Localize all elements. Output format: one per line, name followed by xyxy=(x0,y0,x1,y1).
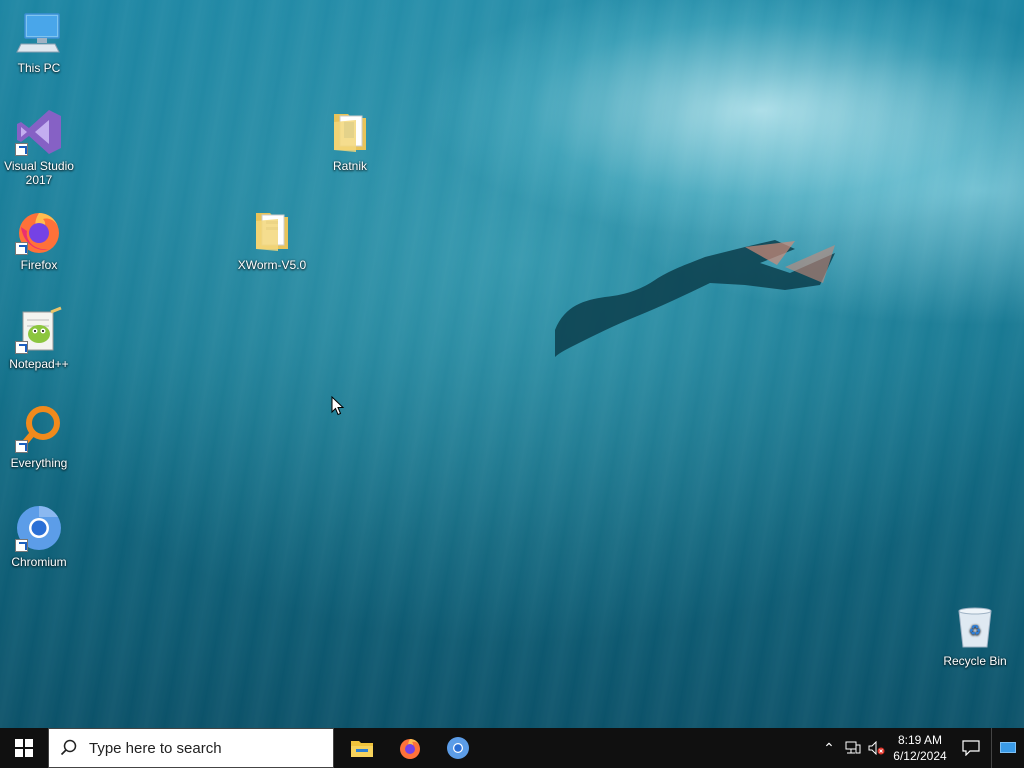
wallpaper-light-rays xyxy=(0,0,1024,728)
desktop-icon-label: XWorm-V5.0 xyxy=(237,258,307,272)
desktop-icon-label: Recycle Bin xyxy=(943,654,1007,668)
search-placeholder: Type here to search xyxy=(89,739,222,757)
firefox-icon xyxy=(15,207,63,255)
desktop-icon-ratnik-folder[interactable]: Ratnik xyxy=(312,100,388,173)
desktop-icon-firefox[interactable]: Firefox xyxy=(1,199,77,272)
desktop-icon-notepad-plus-plus[interactable]: Notepad++ xyxy=(1,298,77,371)
visual-studio-icon xyxy=(15,108,63,156)
everything-search-icon xyxy=(15,405,63,453)
desktop-icon-label: Everything xyxy=(10,456,68,470)
desktop-icon-chromium[interactable]: Chromium xyxy=(1,496,77,569)
shortcut-arrow-icon xyxy=(15,143,28,156)
desktop-icon-recycle-bin[interactable]: ♻ Recycle Bin xyxy=(937,595,1013,668)
volume-button[interactable] xyxy=(865,728,889,768)
desktop-icon-label: Notepad++ xyxy=(9,357,69,371)
windows-logo-icon xyxy=(15,739,33,757)
folder-icon xyxy=(248,207,296,255)
taskbar-search-box[interactable]: Type here to search xyxy=(48,728,334,768)
system-tray: ⌃ 8:19 AM 6/12/2024 xyxy=(817,728,1024,768)
desktop-icon-label: Firefox xyxy=(20,258,58,272)
desktop-icon-label: Visual Studio 2017 xyxy=(4,159,74,187)
taskbar-file-explorer[interactable] xyxy=(338,728,386,768)
network-status-button[interactable] xyxy=(841,728,865,768)
notepad-plus-plus-icon xyxy=(15,306,63,354)
chromium-icon xyxy=(15,504,63,552)
start-button[interactable] xyxy=(0,728,48,768)
desktop-icon-this-pc[interactable]: This PC xyxy=(1,2,77,75)
shortcut-arrow-icon xyxy=(15,341,28,354)
chromium-icon xyxy=(447,737,469,759)
mouse-cursor-icon xyxy=(331,396,345,416)
taskbar-firefox[interactable] xyxy=(386,728,434,768)
recycle-bin-icon: ♻ xyxy=(951,603,999,651)
svg-text:♻: ♻ xyxy=(969,623,982,639)
file-explorer-icon xyxy=(351,741,373,757)
show-desktop-button[interactable] xyxy=(991,728,1024,768)
action-center-button[interactable] xyxy=(951,728,991,768)
network-icon xyxy=(845,741,861,754)
notification-icon xyxy=(962,740,980,756)
shortcut-arrow-icon xyxy=(15,440,28,453)
volume-muted-icon xyxy=(868,741,885,755)
clock-time: 8:19 AM xyxy=(897,733,943,747)
clock-date: 6/12/2024 xyxy=(893,749,947,763)
clock-button[interactable]: 8:19 AM 6/12/2024 xyxy=(889,728,951,768)
show-hidden-icons-button[interactable]: ⌃ xyxy=(817,728,841,768)
taskbar-chromium[interactable] xyxy=(434,728,482,768)
shortcut-arrow-icon xyxy=(15,242,28,255)
taskbar: Type here to search ⌃ 8:19 AM 6/12/2024 xyxy=(0,728,1024,768)
computer-icon xyxy=(15,10,63,58)
desktop-icon-visual-studio[interactable]: Visual Studio 2017 xyxy=(1,100,77,187)
desktop-icon-label: This PC xyxy=(17,61,61,75)
chevron-up-icon: ⌃ xyxy=(823,740,835,756)
show-desktop-icon xyxy=(1000,742,1016,753)
desktop-icon-label: Chromium xyxy=(11,555,67,569)
wallpaper-swimmer xyxy=(555,240,835,357)
shortcut-arrow-icon xyxy=(15,539,28,552)
desktop-icon-xworm-folder[interactable]: XWorm-V5.0 xyxy=(234,199,310,272)
search-icon xyxy=(49,739,89,757)
folder-icon xyxy=(326,108,374,156)
desktop-icon-everything[interactable]: Everything xyxy=(1,397,77,470)
firefox-icon xyxy=(400,739,420,759)
desktop-icon-label: Ratnik xyxy=(332,159,367,173)
